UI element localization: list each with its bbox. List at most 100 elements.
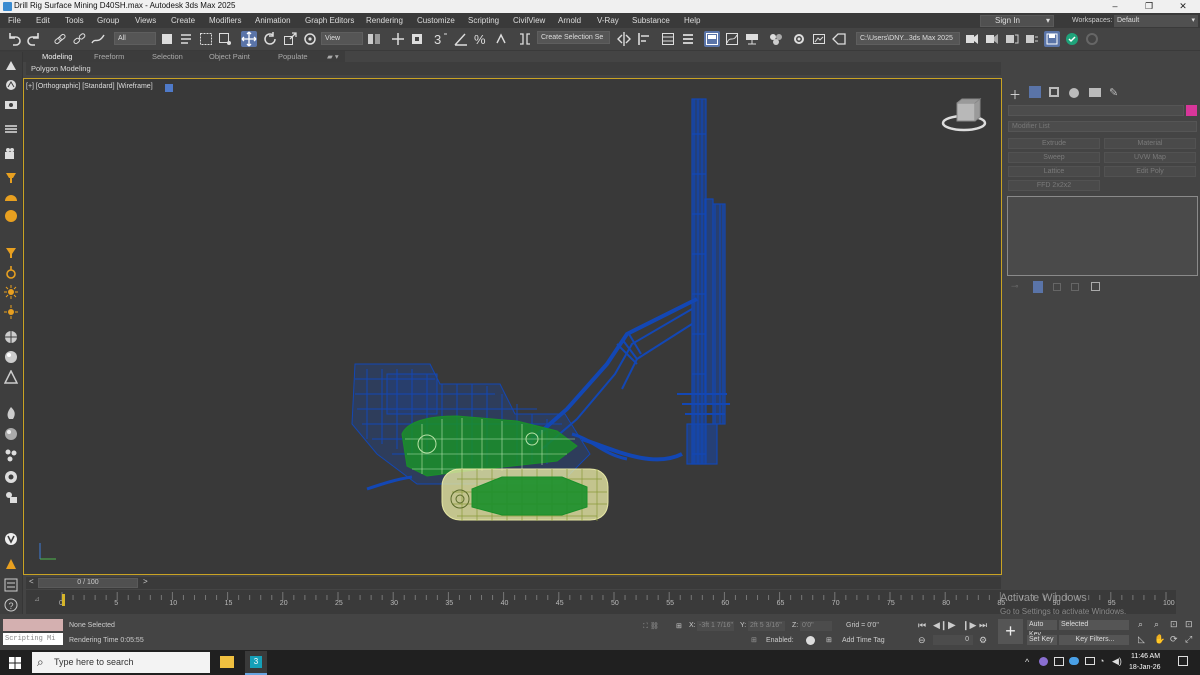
layers-icon[interactable]: [4, 122, 18, 136]
key-filters-button[interactable]: Key Filters...: [1059, 635, 1129, 645]
sphere-light-icon[interactable]: [4, 209, 18, 223]
utilities-tab-icon[interactable]: ✎: [1109, 86, 1118, 99]
menu-customize[interactable]: Customize: [417, 16, 455, 25]
perspective-viewport[interactable]: [+] [Orthographic] [Standard] [Wireframe…: [23, 78, 1002, 575]
menu-substance[interactable]: Substance: [632, 16, 670, 25]
make-unique-icon[interactable]: [1053, 283, 1061, 291]
rendered-frame-window-icon[interactable]: [811, 31, 827, 47]
sign-in-dropdown[interactable]: Sign In ▾: [980, 15, 1054, 27]
go-to-end-icon[interactable]: ⏭: [979, 620, 987, 631]
absolute-mode-icon[interactable]: ⊞: [676, 622, 682, 630]
clock-date[interactable]: 18-Jan-26: [1129, 664, 1161, 671]
edit-named-selection-icon[interactable]: [517, 31, 533, 47]
auto-key-button[interactable]: Auto Key: [1027, 620, 1057, 638]
select-and-rotate-icon[interactable]: [262, 31, 278, 47]
menu-vray[interactable]: V-Ray: [597, 16, 619, 25]
y-coordinate-field[interactable]: 2ft 5 3/16": [748, 621, 785, 631]
time-slider-track[interactable]: < 0 / 100 >: [26, 577, 1001, 589]
scene-icon[interactable]: [4, 490, 18, 504]
vray-icon[interactable]: [4, 532, 18, 546]
menu-graph-editors[interactable]: Graph Editors: [305, 16, 354, 25]
render-setup-icon[interactable]: [791, 31, 807, 47]
menu-animation[interactable]: Animation: [255, 16, 291, 25]
previous-frame-icon[interactable]: ◀❙: [933, 620, 947, 631]
maxscript-mini-input[interactable]: Scripting Mi: [3, 633, 63, 645]
lamp-icon[interactable]: [4, 170, 18, 184]
ies-light-icon[interactable]: [4, 265, 18, 279]
configure-sets-icon[interactable]: [1091, 282, 1100, 291]
close-button[interactable]: ✕: [1166, 0, 1200, 13]
viewcube-icon[interactable]: [939, 97, 989, 137]
select-manipulate-icon[interactable]: [390, 31, 406, 47]
create-tab-icon[interactable]: ＋: [1009, 86, 1021, 103]
next-frame-icon[interactable]: ❙▶: [962, 620, 976, 631]
zoom-extents-all-icon[interactable]: ⊡: [1185, 619, 1193, 630]
clock-time[interactable]: 11:46 AM: [1131, 653, 1160, 660]
network-icon[interactable]: ◔: [1099, 656, 1104, 666]
pan-icon[interactable]: ✋: [1154, 634, 1165, 645]
project-icon-3[interactable]: [1004, 31, 1020, 47]
3dsmax-taskbar-button[interactable]: 3: [245, 651, 267, 675]
modifier-edit-poly-button[interactable]: Edit Poly: [1104, 166, 1196, 177]
modifier-lattice-button[interactable]: Lattice: [1008, 166, 1100, 177]
volume-icon[interactable]: ◀): [1112, 656, 1122, 667]
add-time-tag-label[interactable]: Add Time Tag: [842, 637, 885, 644]
notifications-icon[interactable]: [1178, 656, 1188, 666]
create-icon[interactable]: [4, 58, 18, 72]
arnold-icon[interactable]: [1084, 31, 1100, 47]
set-key-button[interactable]: Set Key: [1027, 635, 1057, 645]
zoom-all-icon[interactable]: ⌕: [1154, 619, 1159, 630]
dome-light-icon[interactable]: [4, 190, 18, 204]
pin-stack-icon[interactable]: ⊸: [1011, 281, 1019, 292]
link-icon[interactable]: [52, 31, 68, 47]
modifier-sweep-button[interactable]: Sweep: [1008, 152, 1100, 163]
object-name-field[interactable]: [1008, 105, 1184, 116]
select-and-move-icon[interactable]: [241, 31, 257, 47]
angle-snap-icon[interactable]: [453, 31, 469, 47]
project-folder-dropdown[interactable]: C:\Users\DNY...3ds Max 2025: [856, 32, 960, 45]
select-and-scale-icon[interactable]: [282, 31, 298, 47]
particles-icon[interactable]: [4, 448, 18, 462]
camera-icon[interactable]: [4, 97, 18, 111]
sun-light-icon[interactable]: [4, 285, 18, 299]
toggle-scene-explorer-icon[interactable]: [660, 31, 676, 47]
object-color-swatch[interactable]: [1186, 105, 1197, 116]
tab-freeform[interactable]: Freeform: [94, 52, 124, 61]
spotlight-icon[interactable]: [4, 245, 18, 259]
select-object-icon[interactable]: [159, 31, 175, 47]
project-icon-2[interactable]: [984, 31, 1000, 47]
named-selection-sets-dropdown[interactable]: Create Selection Se: [537, 31, 610, 44]
tray-chevron-icon[interactable]: ^: [1025, 657, 1029, 667]
material-editor-icon[interactable]: [768, 31, 784, 47]
toggle-ribbon-icon[interactable]: [704, 31, 720, 47]
tray-app-icon-2[interactable]: [1054, 657, 1064, 666]
tray-app-icon-1[interactable]: [1039, 657, 1048, 666]
remove-modifier-icon[interactable]: [1071, 283, 1079, 291]
add-time-tag-icon[interactable]: ⊞: [826, 636, 832, 644]
show-end-result-icon[interactable]: [1033, 281, 1043, 293]
select-and-place-icon[interactable]: [302, 31, 318, 47]
undo-icon[interactable]: [6, 31, 22, 47]
save-layout-icon[interactable]: [1044, 31, 1060, 47]
modify-icon[interactable]: [4, 78, 18, 92]
selection-filter-dropdown[interactable]: All: [114, 32, 156, 45]
help-icon[interactable]: ?: [4, 598, 18, 612]
bind-spacewarp-icon[interactable]: [90, 31, 106, 47]
modifier-stack[interactable]: [1007, 196, 1198, 276]
redo-icon[interactable]: [26, 31, 42, 47]
go-to-start-icon[interactable]: ⏮: [918, 620, 926, 631]
vray-light-icon[interactable]: [4, 557, 18, 571]
geometry-icon[interactable]: [4, 330, 18, 344]
sphere-icon[interactable]: [4, 350, 18, 364]
modifier-material-button[interactable]: Material: [1104, 138, 1196, 149]
align-icon[interactable]: [636, 31, 652, 47]
keyboard-shortcut-override-icon[interactable]: [409, 31, 425, 47]
time-slider-left-arrow[interactable]: <: [29, 577, 34, 586]
file-explorer-icon[interactable]: [220, 656, 234, 668]
render-production-icon[interactable]: [831, 31, 847, 47]
cloud-icon[interactable]: [1069, 657, 1079, 665]
zoom-extents-icon[interactable]: ⊡: [1170, 619, 1178, 630]
current-frame-field[interactable]: 0: [933, 635, 973, 645]
snaps-toggle-icon[interactable]: 3: [433, 31, 449, 47]
tab-modeling[interactable]: Modeling: [42, 52, 72, 61]
